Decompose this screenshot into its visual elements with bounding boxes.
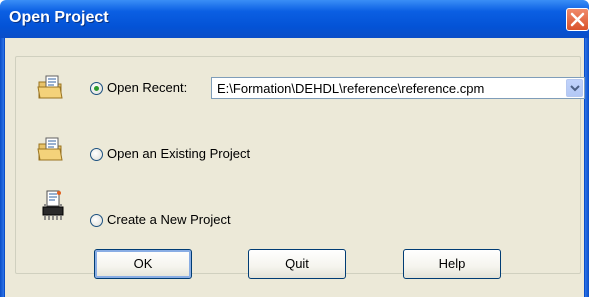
open-existing-label[interactable]: Open an Existing Project — [107, 146, 250, 161]
window-right-border — [585, 38, 589, 301]
recent-project-path: E:\Formation\DEHDL\reference\reference.c… — [217, 81, 485, 96]
combo-dropdown-button[interactable] — [566, 79, 583, 97]
dialog-body: Open Recent: E:\Formation\DEHDL\referenc… — [4, 38, 585, 301]
create-new-label[interactable]: Create a New Project — [107, 212, 231, 227]
chevron-down-icon — [570, 85, 580, 92]
radio-create-new[interactable] — [90, 214, 103, 227]
radio-selected-dot — [94, 86, 99, 91]
folder-document-icon — [37, 74, 65, 105]
title-bar[interactable]: Open Project — [0, 0, 589, 38]
open-recent-label[interactable]: Open Recent: — [107, 80, 187, 95]
dialog-title: Open Project — [9, 9, 109, 26]
close-icon — [570, 12, 585, 27]
help-button[interactable]: Help — [403, 249, 501, 279]
folder-document-icon — [37, 136, 65, 167]
chip-document-icon — [39, 190, 67, 227]
recent-project-combobox[interactable]: E:\Formation\DEHDL\reference\reference.c… — [211, 77, 585, 99]
open-project-dialog: Open Project Open Recent: E:\Formation\D… — [0, 0, 589, 305]
radio-open-existing[interactable] — [90, 148, 103, 161]
ok-button[interactable]: OK — [94, 249, 192, 279]
window-bottom-edge — [0, 297, 589, 305]
close-button[interactable] — [566, 8, 589, 31]
quit-button[interactable]: Quit — [248, 249, 346, 279]
radio-open-recent[interactable] — [90, 82, 103, 95]
